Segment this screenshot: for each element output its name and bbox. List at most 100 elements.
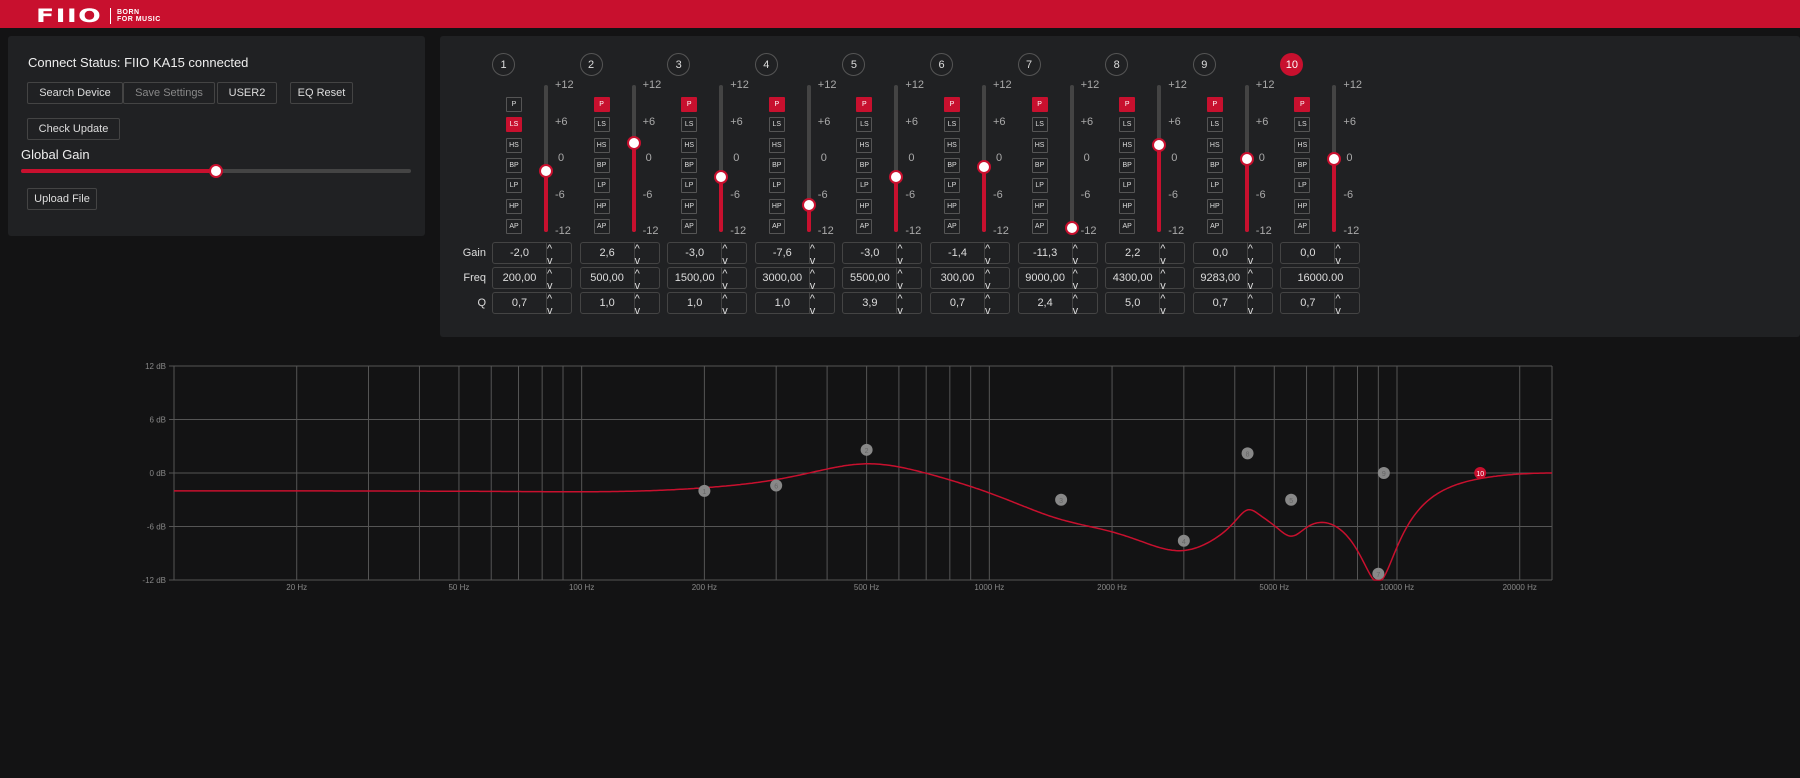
band-7-gain-input[interactable]: -11,3 ^ v	[1017, 242, 1098, 267]
band-1-gain-value[interactable]: -2,0	[493, 243, 546, 263]
increment-icon[interactable]: ^	[1335, 243, 1359, 255]
band-3-freq-input[interactable]: 1500,00 ^ v	[667, 267, 748, 292]
band-10-type-hp-button[interactable]: HP	[1294, 198, 1311, 214]
band-10-type-lp-button[interactable]: LP	[1294, 178, 1311, 194]
band-1-q-value[interactable]: 0,7	[493, 293, 546, 313]
band-2-type-lp-button[interactable]: LP	[593, 178, 610, 194]
band-1-freq-input[interactable]: 200,00 ^ v	[492, 267, 572, 292]
band-10-type-p-button[interactable]: P	[1294, 97, 1311, 112]
band-1-type-hs-button[interactable]: HS	[506, 137, 522, 153]
band-3-gain-input[interactable]: -3,0 ^ v	[667, 242, 748, 267]
band-10-freq-input[interactable]: 16000.00	[1280, 267, 1361, 289]
band-2-freq-stepper[interactable]: ^ v	[633, 268, 659, 292]
increment-icon[interactable]: ^	[1073, 268, 1097, 280]
decrement-icon[interactable]: v	[897, 280, 921, 292]
increment-icon[interactable]: ^	[897, 293, 921, 305]
decrement-icon[interactable]: v	[1248, 305, 1272, 317]
band-7-freq-stepper[interactable]: ^ v	[1071, 268, 1097, 292]
band-6-gain-value[interactable]: -1,4	[931, 243, 984, 263]
band-10-gain-thumb[interactable]	[1327, 151, 1342, 166]
preset-button[interactable]: USER2	[217, 82, 277, 104]
band-8-type-ap-button[interactable]: AP	[1119, 218, 1136, 234]
band-5-type-bp-button[interactable]: BP	[856, 157, 873, 173]
increment-icon[interactable]: ^	[635, 293, 659, 305]
band-1-type-ap-button[interactable]: AP	[506, 218, 522, 234]
increment-icon[interactable]: ^	[897, 268, 921, 280]
band-2-freq-input[interactable]: 500,00 ^ v	[579, 267, 660, 292]
band-6-type-hp-button[interactable]: HP	[944, 198, 960, 214]
decrement-icon[interactable]: v	[635, 255, 659, 267]
band-9-type-hs-button[interactable]: HS	[1206, 137, 1223, 153]
upload-file-button[interactable]: Upload File	[27, 188, 97, 210]
band-4-type-ls-button[interactable]: LS	[768, 117, 785, 133]
band-6-q-value[interactable]: 0,7	[931, 293, 984, 313]
band-2-gain-value[interactable]: 2,6	[581, 243, 634, 263]
band-1-select-button[interactable]: 1	[492, 53, 515, 76]
band-7-q-stepper[interactable]: ^ v	[1071, 293, 1097, 317]
band-1-gain-input[interactable]: -2,0 ^ v	[492, 242, 572, 267]
decrement-icon[interactable]: v	[897, 255, 921, 267]
band-2-type-bp-button[interactable]: BP	[593, 157, 610, 173]
band-6-freq-input[interactable]: 300,00 ^ v	[930, 267, 1010, 292]
band-8-gain-slider[interactable]	[1152, 85, 1167, 232]
band-9-freq-value[interactable]: 9283,00	[1194, 268, 1247, 288]
increment-icon[interactable]: ^	[1335, 293, 1359, 305]
band-1-type-hp-button[interactable]: HP	[506, 198, 522, 214]
band-6-type-bp-button[interactable]: BP	[944, 157, 960, 173]
band-2-gain-stepper[interactable]: ^ v	[633, 243, 659, 267]
increment-icon[interactable]: ^	[810, 243, 834, 255]
band-10-type-ls-button[interactable]: LS	[1294, 117, 1311, 133]
band-8-q-stepper[interactable]: ^ v	[1159, 293, 1184, 317]
band-4-gain-thumb[interactable]	[801, 198, 816, 213]
band-8-q-value[interactable]: 5,0	[1106, 293, 1159, 313]
band-5-freq-value[interactable]: 5500,00	[843, 268, 896, 288]
decrement-icon[interactable]: v	[985, 280, 1009, 292]
band-2-type-ap-button[interactable]: AP	[593, 218, 610, 234]
band-5-type-hs-button[interactable]: HS	[856, 137, 873, 153]
decrement-icon[interactable]: v	[722, 280, 746, 292]
band-6-freq-stepper[interactable]: ^ v	[984, 268, 1009, 292]
band-1-gain-thumb[interactable]	[539, 163, 553, 178]
band-5-type-p-button[interactable]: P	[856, 97, 873, 112]
global-gain-slider[interactable]	[21, 164, 411, 178]
band-9-gain-thumb[interactable]	[1239, 151, 1254, 166]
band-6-type-p-button[interactable]: P	[944, 97, 960, 112]
band-9-select-button[interactable]: 9	[1192, 53, 1216, 76]
band-4-type-hp-button[interactable]: HP	[768, 198, 785, 214]
band-7-type-ls-button[interactable]: LS	[1031, 117, 1048, 133]
band-7-type-bp-button[interactable]: BP	[1031, 157, 1048, 173]
band-5-type-ap-button[interactable]: AP	[856, 218, 873, 234]
band-8-type-bp-button[interactable]: BP	[1119, 157, 1136, 173]
increment-icon[interactable]: ^	[1073, 293, 1097, 305]
band-4-gain-stepper[interactable]: ^ v	[808, 243, 834, 267]
decrement-icon[interactable]: v	[1160, 255, 1184, 267]
band-2-q-input[interactable]: 1,0 ^ v	[579, 292, 660, 317]
band-8-freq-stepper[interactable]: ^ v	[1159, 268, 1184, 292]
band-1-type-p-button[interactable]: P	[506, 97, 522, 112]
band-7-freq-value[interactable]: 9000,00	[1019, 268, 1072, 288]
increment-icon[interactable]: ^	[547, 243, 571, 255]
band-3-type-lp-button[interactable]: LP	[681, 178, 698, 194]
check-update-button[interactable]: Check Update	[27, 118, 120, 140]
band-8-freq-value[interactable]: 4300,00	[1106, 268, 1159, 288]
decrement-icon[interactable]: v	[1248, 280, 1272, 292]
band-2-type-hs-button[interactable]: HS	[593, 137, 610, 153]
increment-icon[interactable]: ^	[635, 243, 659, 255]
band-4-freq-stepper[interactable]: ^ v	[808, 268, 834, 292]
band-3-type-p-button[interactable]: P	[681, 97, 698, 112]
decrement-icon[interactable]: v	[985, 255, 1009, 267]
band-7-type-hp-button[interactable]: HP	[1031, 198, 1048, 214]
band-6-type-ap-button[interactable]: AP	[944, 218, 960, 234]
band-8-type-hp-button[interactable]: HP	[1119, 198, 1136, 214]
band-3-q-input[interactable]: 1,0 ^ v	[667, 292, 748, 317]
band-5-q-value[interactable]: 3,9	[843, 293, 896, 313]
increment-icon[interactable]: ^	[810, 293, 834, 305]
band-8-type-hs-button[interactable]: HS	[1119, 137, 1136, 153]
band-3-q-value[interactable]: 1,0	[668, 293, 721, 313]
band-4-gain-value[interactable]: -7,6	[756, 243, 809, 263]
band-10-q-input[interactable]: 0,7 ^ v	[1280, 292, 1361, 317]
band-9-type-ap-button[interactable]: AP	[1206, 218, 1223, 234]
band-10-type-ap-button[interactable]: AP	[1294, 218, 1311, 234]
band-9-gain-value[interactable]: 0,0	[1194, 243, 1247, 263]
band-5-gain-stepper[interactable]: ^ v	[896, 243, 921, 267]
